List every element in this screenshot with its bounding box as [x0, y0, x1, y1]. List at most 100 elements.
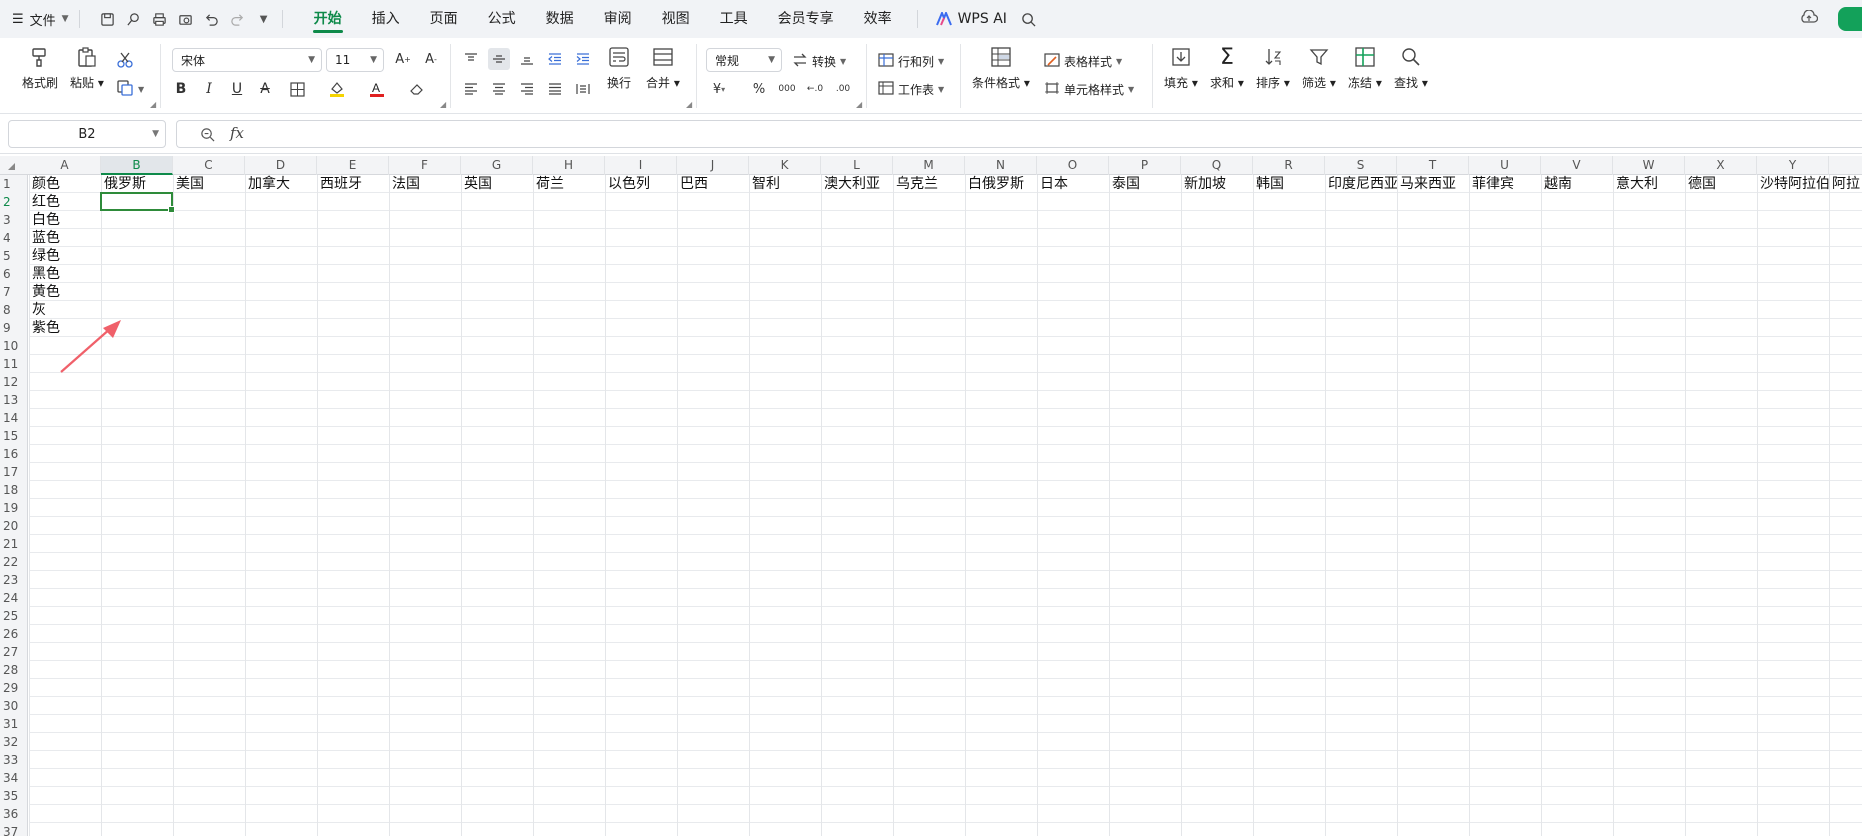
dialog-launcher-icon[interactable]: ◢: [440, 100, 446, 109]
align-right-icon[interactable]: [516, 78, 538, 100]
tab-review[interactable]: 审阅: [589, 0, 647, 38]
header-cell[interactable]: 新加坡: [1181, 175, 1253, 193]
row-header[interactable]: 11: [0, 355, 28, 373]
increase-decimal-icon[interactable]: ←.0: [804, 78, 826, 100]
column-header-e[interactable]: E: [317, 156, 389, 175]
column-header-b[interactable]: B: [101, 156, 173, 175]
number-format-select[interactable]: 常规 ▼: [706, 48, 782, 72]
column-header-n[interactable]: N: [965, 156, 1037, 175]
cloud-sync-icon[interactable]: [1838, 7, 1862, 31]
bold-button[interactable]: B: [170, 78, 192, 100]
header-cell[interactable]: 菲律宾: [1469, 175, 1541, 193]
insert-function-icon[interactable]: fx: [230, 124, 244, 142]
header-cell[interactable]: 白俄罗斯: [965, 175, 1037, 193]
header-cell[interactable]: 日本: [1037, 175, 1109, 193]
row-header[interactable]: 25: [0, 607, 28, 625]
align-middle-icon[interactable]: [488, 48, 510, 70]
header-cell[interactable]: 印度尼西亚: [1325, 175, 1397, 193]
filter-button[interactable]: 筛选 ▾: [1302, 44, 1336, 91]
column-header-t[interactable]: T: [1397, 156, 1469, 175]
header-cell[interactable]: 沙特阿拉伯: [1757, 175, 1829, 193]
row-header[interactable]: 32: [0, 733, 28, 751]
cloud-upload-icon[interactable]: [1800, 9, 1819, 28]
column-header-c[interactable]: C: [173, 156, 245, 175]
font-color-icon[interactable]: A: [366, 78, 388, 100]
column-header-g[interactable]: G: [461, 156, 533, 175]
decrease-decimal-icon[interactable]: .00: [832, 78, 854, 100]
conditional-format-button[interactable]: 条件格式 ▾: [972, 44, 1030, 91]
header-cell[interactable]: 加拿大: [245, 175, 317, 193]
copy-button[interactable]: ▼: [116, 78, 144, 100]
column-header-x[interactable]: X: [1685, 156, 1757, 175]
header-cell[interactable]: 俄罗斯: [101, 175, 173, 193]
decrease-font-icon[interactable]: A-: [420, 48, 442, 70]
justify-icon[interactable]: [544, 78, 566, 100]
table-style-button[interactable]: 表格样式 ▼: [1044, 50, 1122, 72]
tab-member[interactable]: 会员专享: [763, 0, 849, 38]
row-header[interactable]: 7: [0, 283, 28, 301]
column-header-d[interactable]: D: [245, 156, 317, 175]
tab-formula[interactable]: 公式: [473, 0, 531, 38]
column-header-v[interactable]: V: [1541, 156, 1613, 175]
header-cell[interactable]: 澳大利亚: [821, 175, 893, 193]
header-cell[interactable]: 美国: [173, 175, 245, 193]
row-header[interactable]: 1: [0, 175, 28, 193]
fill-button[interactable]: 填充 ▾: [1164, 44, 1198, 91]
merge-button[interactable]: 合并 ▾: [646, 44, 680, 91]
column-header-p[interactable]: P: [1109, 156, 1181, 175]
column-header-y[interactable]: Y: [1757, 156, 1829, 175]
cut-button[interactable]: [116, 50, 134, 72]
color-cell[interactable]: 黑色: [29, 265, 101, 283]
row-header[interactable]: 12: [0, 373, 28, 391]
column-header-q[interactable]: Q: [1181, 156, 1253, 175]
dialog-launcher-icon[interactable]: ◢: [856, 100, 862, 109]
italic-button[interactable]: I: [198, 78, 220, 100]
redo-icon[interactable]: [230, 11, 246, 27]
freeze-button[interactable]: 冻结 ▾: [1348, 44, 1382, 91]
increase-font-icon[interactable]: A +: [392, 48, 414, 70]
row-header[interactable]: 27: [0, 643, 28, 661]
row-header[interactable]: 37: [0, 823, 28, 836]
increase-indent-icon[interactable]: [572, 48, 594, 70]
row-header[interactable]: 18: [0, 481, 28, 499]
percent-button[interactable]: %: [748, 78, 770, 100]
cell-style-button[interactable]: 单元格样式 ▼: [1044, 78, 1134, 100]
export-icon[interactable]: [126, 11, 142, 27]
column-header-m[interactable]: M: [893, 156, 965, 175]
sort-button[interactable]: 排序 ▾: [1256, 44, 1290, 91]
color-cell[interactable]: 红色: [29, 193, 101, 211]
row-header[interactable]: 20: [0, 517, 28, 535]
column-header-r[interactable]: R: [1253, 156, 1325, 175]
row-header[interactable]: 29: [0, 679, 28, 697]
color-cell[interactable]: 绿色: [29, 247, 101, 265]
underline-button[interactable]: U: [226, 78, 248, 100]
row-header[interactable]: 15: [0, 427, 28, 445]
color-cell[interactable]: 蓝色: [29, 229, 101, 247]
thousands-separator-icon[interactable]: 000: [776, 78, 798, 100]
row-header[interactable]: 21: [0, 535, 28, 553]
tab-page[interactable]: 页面: [415, 0, 473, 38]
row-header[interactable]: 2: [0, 193, 28, 211]
save-icon[interactable]: [100, 11, 116, 27]
rows-cols-button[interactable]: 行和列 ▼: [878, 50, 944, 72]
header-cell[interactable]: 马来西亚: [1397, 175, 1469, 193]
header-cell[interactable]: 乌克兰: [893, 175, 965, 193]
header-cell[interactable]: 德国: [1685, 175, 1757, 193]
header-cell[interactable]: 以色列: [605, 175, 677, 193]
zoom-formula-icon[interactable]: [200, 127, 215, 146]
column-header-w[interactable]: W: [1613, 156, 1685, 175]
tab-insert[interactable]: 插入: [357, 0, 415, 38]
row-header[interactable]: 13: [0, 391, 28, 409]
column-header-i[interactable]: I: [605, 156, 677, 175]
header-cell[interactable]: 智利: [749, 175, 821, 193]
column-header-l[interactable]: L: [821, 156, 893, 175]
header-cell[interactable]: 颜色: [29, 175, 101, 193]
header-cell[interactable]: 英国: [461, 175, 533, 193]
row-header[interactable]: 35: [0, 787, 28, 805]
paste-button[interactable]: 粘贴 ▾: [70, 44, 104, 91]
fill-color-icon[interactable]: [326, 78, 348, 100]
format-painter-button[interactable]: 格式刷: [22, 44, 58, 91]
search-icon[interactable]: [1021, 11, 1037, 27]
tab-view[interactable]: 视图: [647, 0, 705, 38]
wps-ai-button[interactable]: WPS AI: [935, 11, 1007, 27]
